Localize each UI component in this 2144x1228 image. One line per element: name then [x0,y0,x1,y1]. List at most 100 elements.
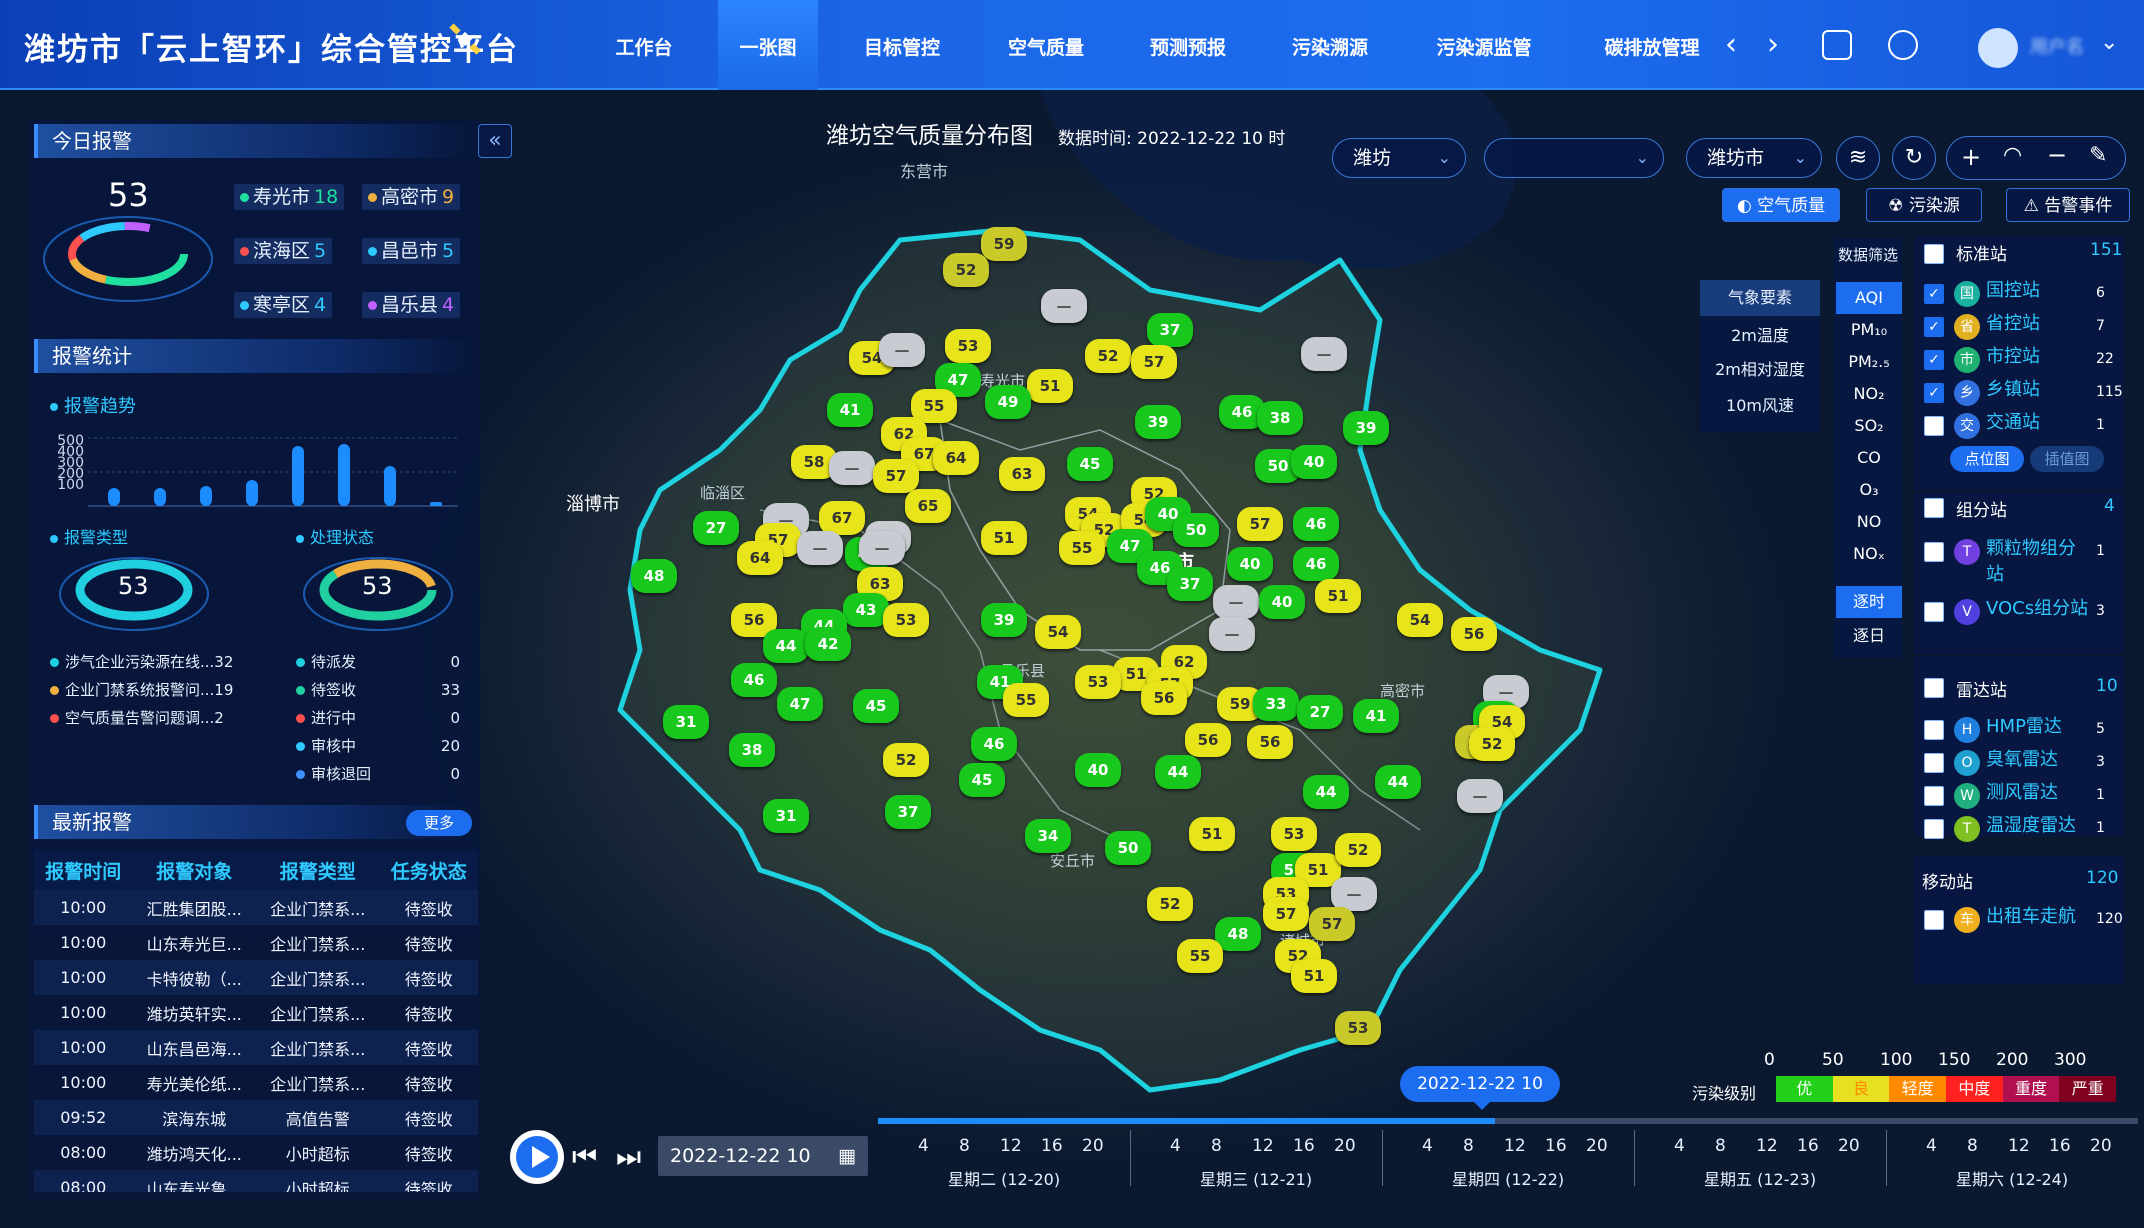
station-type-label[interactable]: HMP雷达 [1986,714,2090,740]
station-checkbox[interactable] [1924,720,1944,740]
station-aqi-marker[interactable]: 46 [731,663,777,697]
table-row[interactable]: 10:00 寿光美伦纸... 企业门禁系... 待签收 [34,1065,478,1100]
station-aqi-marker[interactable]: 52 [883,743,929,777]
layer-air-quality-button[interactable]: ◐ 空气质量 [1722,188,1840,222]
station-aqi-marker[interactable]: 44 [1375,765,1421,799]
station-aqi-marker[interactable]: 52 [1469,727,1515,761]
table-row[interactable]: 09:52 滨海东城 高值告警 待签收 [34,1100,478,1135]
more-button[interactable]: 更多 [406,810,472,836]
wind-icon[interactable]: ≋ [1836,136,1880,180]
collapse-panel-icon[interactable]: « [478,124,512,158]
station-aqi-marker[interactable]: 33 [1253,687,1299,721]
timeline-day-label[interactable]: 星期四 (12-22) [1452,1166,1564,1190]
table-row[interactable]: 10:00 汇胜集团股... 企业门禁系... 待签收 [34,890,478,925]
station-type-label[interactable]: 臭氧雷达 [1986,747,2090,773]
table-row[interactable]: 10:00 卡特彼勒（... 企业门禁系... 待签收 [34,960,478,995]
calendar-icon[interactable]: ▦ [838,1136,856,1176]
station-aqi-marker[interactable]: 27 [693,511,739,545]
station-aqi-marker[interactable]: — [1457,779,1503,813]
station-aqi-marker[interactable]: 48 [631,559,677,593]
station-aqi-marker[interactable]: 31 [763,799,809,833]
station-aqi-marker[interactable]: 56 [1451,617,1497,651]
nav-next-arrow[interactable]: › [1758,28,1788,62]
station-aqi-marker[interactable]: 49 [985,385,1031,419]
timeline-hour-tick[interactable]: 12 [1000,1136,1022,1156]
timeline-hour-tick[interactable]: 16 [1797,1136,1819,1156]
station-aqi-marker[interactable]: 55 [1003,683,1049,717]
timeline-day-label[interactable]: 星期三 (12-21) [1200,1166,1312,1190]
alarm-region-binhai[interactable]: 滨海区 5 [234,238,333,264]
timeline-hour-tick[interactable]: 4 [1170,1136,1181,1156]
zoom-out-icon[interactable]: − [2047,141,2067,169]
station-aqi-marker[interactable]: 51 [981,521,1027,555]
timeline-hour-tick[interactable]: 8 [1463,1136,1474,1156]
draw-pencil-icon[interactable]: ✎ [2089,143,2107,168]
station-type-label[interactable]: 省控站 [1986,311,2090,337]
table-row[interactable]: 10:00 山东寿光巨... 企业门禁系... 待签收 [34,925,478,960]
station-aqi-marker[interactable]: 37 [1147,313,1193,347]
station-aqi-marker[interactable]: 34 [1025,819,1071,853]
station-type-label[interactable]: 市控站 [1986,344,2090,370]
station-aqi-marker[interactable]: 57 [1131,345,1177,379]
station-aqi-marker[interactable]: — [829,451,875,485]
station-aqi-marker[interactable]: 55 [1059,531,1105,565]
timeline-hour-tick[interactable]: 4 [918,1136,929,1156]
pollutant-option[interactable]: SO₂ [1836,410,1902,442]
station-aqi-marker[interactable]: 57 [1263,897,1309,931]
nav-carbon-emission[interactable]: 碳排放管理 [1590,0,1714,90]
station-aqi-marker[interactable]: 39 [981,603,1027,637]
station-aqi-marker[interactable]: 55 [1177,939,1223,973]
station-aqi-marker[interactable]: 40 [1291,445,1337,479]
station-aqi-marker[interactable]: 53 [1271,817,1317,851]
timeline-day-label[interactable]: 星期二 (12-20) [948,1166,1060,1190]
timeline-hour-tick[interactable]: 8 [1715,1136,1726,1156]
station-aqi-marker[interactable]: 48 [1215,917,1261,951]
station-aqi-marker[interactable]: 65 [905,489,951,523]
station-aqi-marker[interactable]: 54 [1397,603,1443,637]
station-aqi-marker[interactable]: 44 [763,629,809,663]
station-aqi-marker[interactable]: 64 [933,441,979,475]
station-aqi-marker[interactable]: 39 [1135,405,1181,439]
view-point-map-button[interactable]: 点位图 [1950,446,2024,472]
timeline-hour-tick[interactable]: 4 [1674,1136,1685,1156]
pollutant-option[interactable]: NO₂ [1836,378,1902,410]
station-aqi-marker[interactable]: 57 [873,459,919,493]
station-aqi-marker[interactable]: 59 [981,227,1027,261]
station-aqi-marker[interactable]: 31 [663,705,709,739]
station-aqi-marker[interactable]: 53 [883,603,929,637]
area-select[interactable]: 潍坊市 ⌄ [1686,138,1822,178]
timeline-hour-tick[interactable]: 16 [2049,1136,2071,1156]
station-aqi-marker[interactable]: 56 [1185,723,1231,757]
station-type-label[interactable]: 测风雷达 [1986,780,2090,806]
station-aqi-marker[interactable]: 27 [1297,695,1343,729]
timeline-track[interactable] [878,1118,2138,1124]
station-checkbox[interactable] [1924,753,1944,773]
weather-humidity-2m[interactable]: 2m相对湿度 [1700,352,1820,388]
pollutant-option[interactable]: O₃ [1836,474,1902,506]
station-checkbox[interactable] [1924,542,1944,562]
station-aqi-marker[interactable]: 67 [819,501,865,535]
alarm-region-hanting[interactable]: 寒亭区 4 [234,292,333,318]
station-aqi-marker[interactable]: 52 [1147,887,1193,921]
station-type-label[interactable]: 颗粒物组分站 [1986,536,2090,588]
col-header-type[interactable]: 报警类型 [255,850,380,890]
timeline-hour-tick[interactable]: 20 [1838,1136,1860,1156]
station-checkbox[interactable]: ✓ [1924,317,1944,337]
timeline-hour-tick[interactable]: 16 [1041,1136,1063,1156]
station-aqi-marker[interactable]: 56 [1141,681,1187,715]
station-aqi-marker[interactable]: 51 [1027,369,1073,403]
station-aqi-marker[interactable]: 44 [1303,775,1349,809]
col-header-time[interactable]: 报警时间 [34,850,133,890]
time-mode-hourly[interactable]: 逐时 [1836,586,1902,618]
col-header-status[interactable]: 任务状态 [379,850,478,890]
station-aqi-marker[interactable]: 50 [1105,831,1151,865]
station-aqi-marker[interactable]: 40 [1075,753,1121,787]
nav-pollution-tracing[interactable]: 污染溯源 [1278,0,1382,90]
county-select[interactable]: ⌄ [1484,138,1664,178]
station-checkbox[interactable] [1924,910,1944,930]
component-station-checkbox[interactable] [1924,498,1944,518]
timeline-hour-tick[interactable]: 8 [1967,1136,1978,1156]
station-aqi-marker[interactable]: 53 [1335,1011,1381,1045]
weather-wind-10m[interactable]: 10m风速 [1700,388,1820,424]
city-select[interactable]: 潍坊 ⌄ [1332,138,1466,178]
